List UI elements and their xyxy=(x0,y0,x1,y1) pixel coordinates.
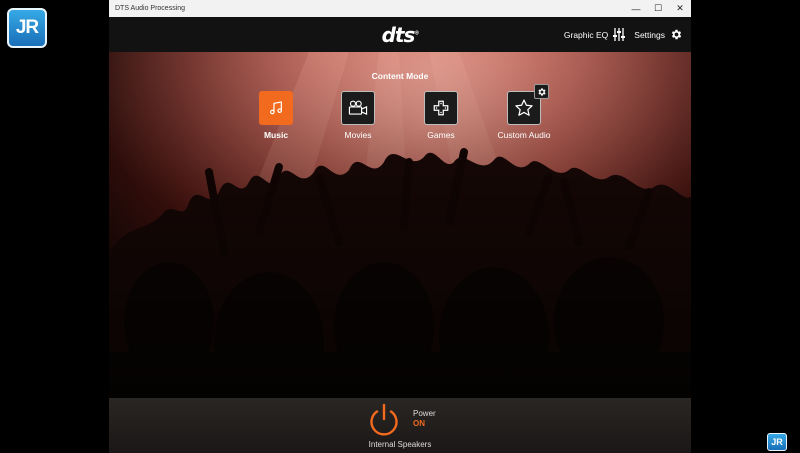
jr-watermark-logo-small: JR xyxy=(767,433,787,451)
dts-logo-text: dts xyxy=(381,22,416,47)
minimize-button[interactable]: — xyxy=(625,0,647,17)
close-button[interactable]: ✕ xyxy=(669,0,691,17)
mode-custom-audio-label: Custom Audio xyxy=(497,130,551,140)
mode-movies-tile xyxy=(341,91,375,125)
music-note-icon xyxy=(270,101,282,115)
window-title: DTS Audio Processing xyxy=(115,5,186,12)
mode-music-button[interactable]: Music xyxy=(231,91,321,140)
mode-custom-audio-button[interactable]: Custom Audio xyxy=(479,84,569,140)
power-button[interactable] xyxy=(366,402,402,438)
dts-logo-mark: ® xyxy=(414,29,419,36)
mode-movies-label: Movies xyxy=(344,130,372,140)
gamepad-icon xyxy=(433,100,449,116)
settings-button[interactable]: Settings xyxy=(634,28,683,41)
video-camera-icon xyxy=(348,100,368,115)
custom-audio-settings-button[interactable] xyxy=(534,84,549,99)
mode-games-tile xyxy=(424,91,458,125)
equalizer-icon xyxy=(613,28,626,41)
graphic-eq-label: Graphic EQ xyxy=(563,29,609,40)
mode-custom-audio-tile xyxy=(507,84,549,125)
window-titlebar: DTS Audio Processing — ☐ ✕ xyxy=(109,0,691,17)
star-icon xyxy=(515,99,533,116)
app-header: dts® Graphic EQ Settings xyxy=(109,17,691,52)
dts-logo: dts® xyxy=(381,22,420,47)
graphic-eq-button[interactable]: Graphic EQ xyxy=(563,28,626,41)
power-status: Power ON xyxy=(413,409,436,429)
power-state: ON xyxy=(413,419,425,428)
content-mode-title: Content Mode xyxy=(371,71,429,81)
gear-icon xyxy=(671,29,682,40)
mode-movies-button[interactable]: Movies xyxy=(313,91,403,140)
mode-music-label: Music xyxy=(263,130,289,140)
maximize-button[interactable]: ☐ xyxy=(647,0,669,17)
settings-label: Settings xyxy=(634,29,665,40)
power-footer: Power ON Internal Speakers xyxy=(109,398,691,453)
mode-games-button[interactable]: Games xyxy=(396,91,486,140)
jr-watermark-logo: JR xyxy=(7,8,47,48)
mode-games-label: Games xyxy=(427,130,455,140)
header-actions: Graphic EQ Settings xyxy=(564,17,683,52)
concert-background: Content Mode Music Movies Games Custom A… xyxy=(109,52,691,398)
gear-icon xyxy=(537,87,546,96)
mode-music-tile xyxy=(259,91,293,125)
output-device-label: Internal Speakers xyxy=(368,440,432,449)
power-label: Power xyxy=(413,409,436,418)
dts-audio-window: DTS Audio Processing — ☐ ✕ dts® Graphic … xyxy=(109,0,691,453)
